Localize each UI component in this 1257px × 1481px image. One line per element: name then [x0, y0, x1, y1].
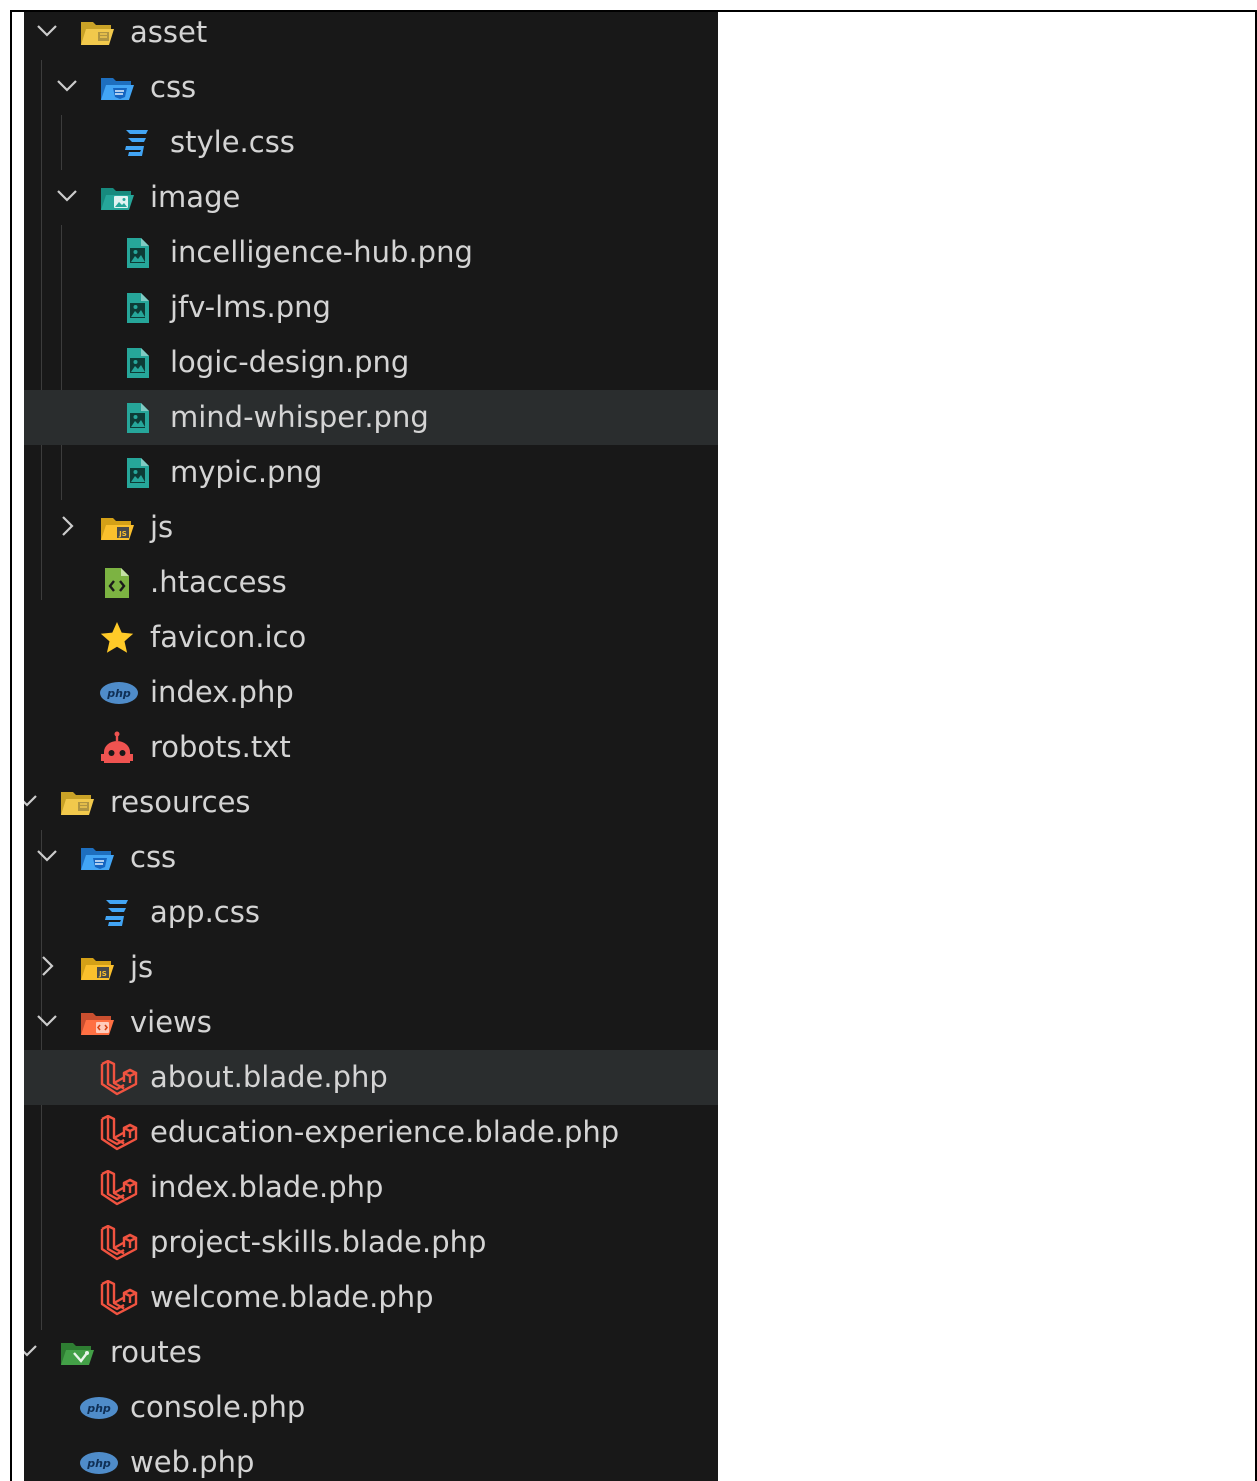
tree-folder[interactable]: JS js — [24, 500, 718, 555]
folder-routes-icon — [59, 1335, 95, 1371]
folder-open-icon — [79, 15, 115, 51]
tree-item-label: js — [150, 510, 174, 544]
tree-folder[interactable]: css — [24, 60, 718, 115]
tree-item-label: asset — [130, 15, 208, 49]
tree-item-label: logic-design.png — [170, 345, 410, 379]
css-file-icon — [99, 895, 135, 931]
tree-item-label: mypic.png — [170, 455, 323, 489]
folder-open-icon — [59, 785, 95, 821]
php-icon: php — [79, 1445, 118, 1481]
image-file-icon — [119, 400, 155, 436]
htaccess-file-icon — [99, 565, 135, 601]
tree-file[interactable]: index.blade.php — [24, 1160, 718, 1215]
tree-file[interactable]: php web.php — [24, 1435, 718, 1481]
tree-item-label: .htaccess — [150, 565, 287, 599]
php-icon: php — [79, 1390, 118, 1426]
tree-item-label: welcome.blade.php — [150, 1280, 434, 1314]
laravel-icon — [99, 1170, 138, 1206]
tree-file[interactable]: php console.php — [24, 1380, 718, 1435]
tree-item-label: jfv-lms.png — [170, 290, 331, 324]
tree-item-label: app.css — [150, 895, 260, 929]
image-file-icon — [119, 455, 155, 491]
css-file-icon — [119, 125, 155, 161]
folder-js-icon: JS — [99, 510, 135, 546]
image-file-icon — [119, 235, 155, 271]
tree-file[interactable]: about.blade.php — [24, 1050, 718, 1105]
chevron-down-icon[interactable] — [53, 72, 81, 100]
svg-text:php: php — [106, 687, 131, 700]
chevron-down-icon[interactable] — [33, 842, 61, 870]
tree-file[interactable]: .htaccess — [24, 555, 718, 610]
tree-item-label: favicon.ico — [150, 620, 307, 654]
svg-text:JS: JS — [118, 530, 127, 538]
tree-item-label: incelligence-hub.png — [170, 235, 473, 269]
chevron-down-icon[interactable] — [33, 17, 61, 45]
tree-item-label: css — [130, 840, 177, 874]
tree-file[interactable]: logic-design.png — [24, 335, 718, 390]
tree-item-label: web.php — [130, 1445, 255, 1479]
tree-item-label: index.php — [150, 675, 294, 709]
tree-folder[interactable]: image — [24, 170, 718, 225]
star-icon — [99, 620, 135, 656]
chevron-down-icon[interactable] — [53, 182, 81, 210]
tree-folder[interactable]: routes — [24, 1325, 718, 1380]
tree-file[interactable]: style.css — [24, 115, 718, 170]
chevron-right-icon[interactable] — [33, 952, 61, 980]
tree-item-label: js — [130, 950, 154, 984]
tree-item-label: image — [150, 180, 241, 214]
tree-file[interactable]: education-experience.blade.php — [24, 1105, 718, 1160]
tree-item-label: views — [130, 1005, 212, 1039]
tree-item-label: style.css — [170, 125, 295, 159]
tree-item-label: project-skills.blade.php — [150, 1225, 487, 1259]
chevron-down-icon[interactable] — [24, 787, 41, 815]
chevron-down-icon[interactable] — [33, 1007, 61, 1035]
tree-file[interactable]: incelligence-hub.png — [24, 225, 718, 280]
tree-file[interactable]: mind-whisper.png — [24, 390, 718, 445]
tree-folder[interactable]: css — [24, 830, 718, 885]
folder-image-icon — [99, 180, 135, 216]
tree-item-label: console.php — [130, 1390, 306, 1424]
tree-item-label: education-experience.blade.php — [150, 1115, 620, 1149]
robot-icon — [99, 730, 135, 766]
tree-folder[interactable]: asset — [24, 12, 718, 60]
laravel-icon — [99, 1115, 138, 1151]
svg-text:php: php — [86, 1457, 111, 1470]
tree-file[interactable]: robots.txt — [24, 720, 718, 775]
tree-item-label: css — [150, 70, 197, 104]
svg-text:JS: JS — [98, 970, 107, 978]
folder-css-icon — [99, 70, 135, 106]
laravel-icon — [99, 1225, 138, 1261]
tree-item-label: about.blade.php — [150, 1060, 388, 1094]
chevron-down-icon[interactable] — [24, 1337, 41, 1365]
tree-folder[interactable]: JS js — [24, 940, 718, 995]
svg-text:php: php — [86, 1402, 111, 1415]
file-explorer: asset css style.css image incelligence-hub.p… — [24, 12, 718, 1481]
tree-file[interactable]: php index.php — [24, 665, 718, 720]
tree-item-label: mind-whisper.png — [170, 400, 429, 434]
tree-item-label: resources — [110, 785, 251, 819]
folder-css-icon — [79, 840, 115, 876]
tree-file[interactable]: welcome.blade.php — [24, 1270, 718, 1325]
tree-item-label: routes — [110, 1335, 202, 1369]
laravel-icon — [99, 1280, 138, 1316]
laravel-icon — [99, 1060, 138, 1096]
tree-folder[interactable]: views — [24, 995, 718, 1050]
php-icon: php — [99, 675, 138, 711]
image-file-icon — [119, 290, 155, 326]
tree-file[interactable]: mypic.png — [24, 445, 718, 500]
tree-folder[interactable]: resources — [24, 775, 718, 830]
tree-file[interactable]: app.css — [24, 885, 718, 940]
tree-file[interactable]: favicon.ico — [24, 610, 718, 665]
chevron-right-icon[interactable] — [53, 512, 81, 540]
folder-views-icon — [79, 1005, 115, 1041]
tree-file[interactable]: project-skills.blade.php — [24, 1215, 718, 1270]
tree-file[interactable]: jfv-lms.png — [24, 280, 718, 335]
folder-js-icon: JS — [79, 950, 115, 986]
tree-item-label: index.blade.php — [150, 1170, 384, 1204]
tree-item-label: robots.txt — [150, 730, 291, 764]
image-file-icon — [119, 345, 155, 381]
